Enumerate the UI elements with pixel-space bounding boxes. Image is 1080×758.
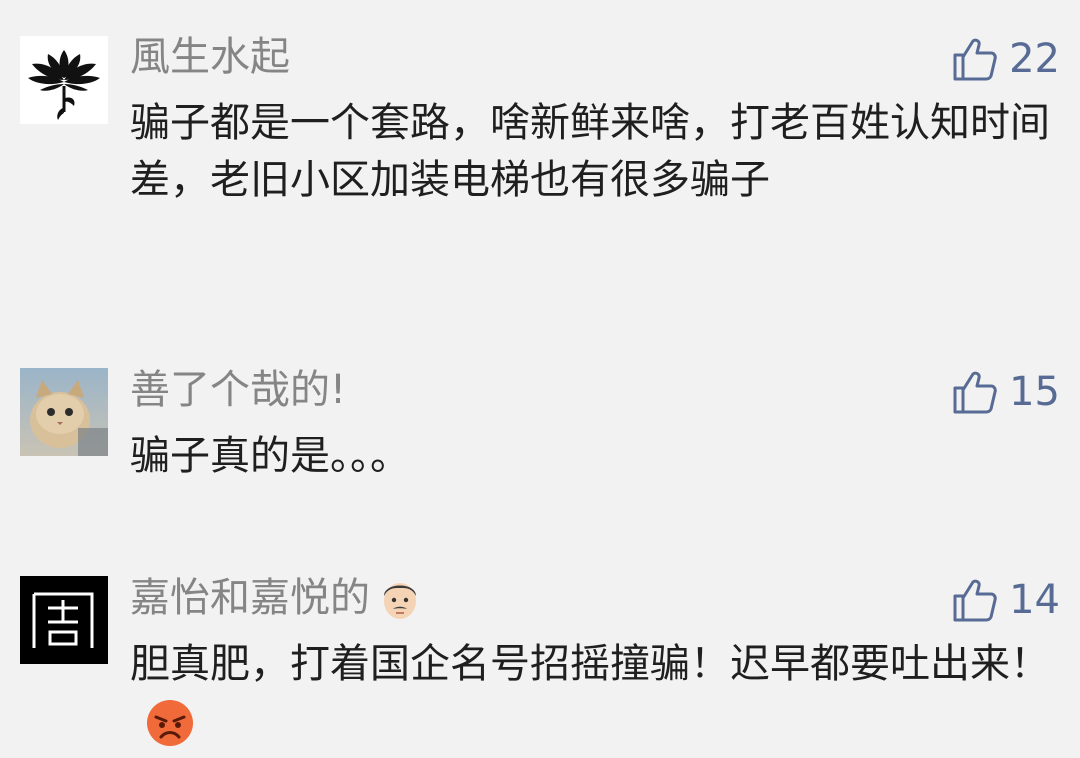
seal-icon <box>32 592 94 648</box>
thumbs-up-icon <box>953 579 997 622</box>
like-button[interactable]: 14 <box>951 576 1060 624</box>
avatar[interactable] <box>20 576 108 664</box>
man-face-emoji <box>384 583 416 619</box>
like-count: 14 <box>1009 577 1060 623</box>
comment-text-body: 胆真肥，打着国企名号招摇撞骗！迟早都要吐出来！ <box>130 641 1050 687</box>
comment-item: 嘉怡和嘉悦的 14 胆真肥，打着国企名号招摇撞骗！迟早都要吐出来！ <box>0 0 1080 758</box>
comment-text: 胆真肥，打着国企名号招摇撞骗！迟早都要吐出来！ <box>130 636 1050 750</box>
comment-list: 風生水起 22 骗子都是一个套路，啥新鲜来啥，打老百姓认知时间差，老旧小区加装电… <box>0 0 1080 758</box>
nickname[interactable]: 嘉怡和嘉悦的 <box>130 574 424 622</box>
angry-face-emoji <box>147 700 193 746</box>
nickname-text: 嘉怡和嘉悦的 <box>130 575 370 621</box>
